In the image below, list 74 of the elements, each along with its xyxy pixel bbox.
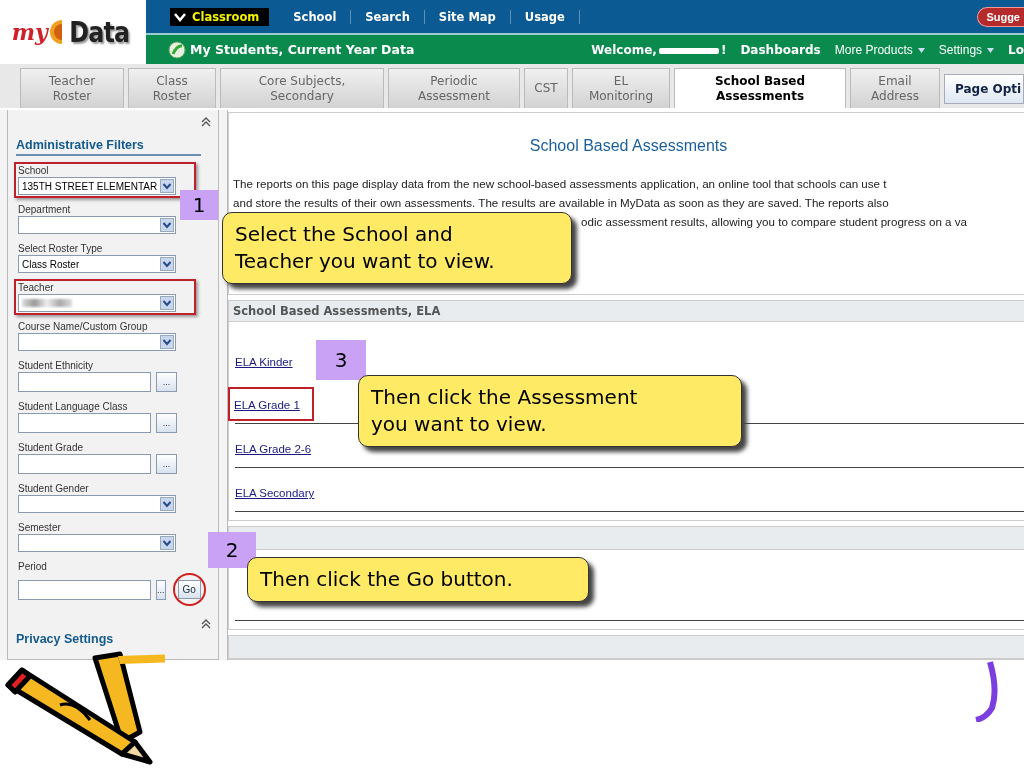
input-field[interactable] (18, 579, 151, 600)
intro-text: and store the results of their own assessments. The results are available in MyData as soon as they are saved. The reports also (233, 195, 890, 211)
tab[interactable]: Periodic Assessment (388, 68, 520, 108)
caret-icon (987, 47, 995, 53)
field-label: Student Ethnicity (18, 360, 95, 372)
tab[interactable]: Teacher Roster (20, 68, 124, 108)
nav-link[interactable]: Lo (1008, 42, 1024, 57)
browse-button[interactable]: ... (156, 579, 166, 600)
dropdown[interactable] (18, 216, 176, 234)
input-field[interactable] (18, 413, 151, 433)
dropdown[interactable] (18, 495, 176, 513)
intro-text: odic assessment results, allowing you to compare student progress on a va (580, 214, 968, 230)
field-label: Teacher (18, 282, 55, 294)
nav-link[interactable]: Classroom (170, 7, 270, 26)
page-subtitle: My Students, Current Year Data (190, 42, 415, 57)
collapse-icon (200, 618, 212, 630)
menu-link[interactable]: More Products (834, 42, 925, 57)
tab[interactable]: EL Monitoring (572, 68, 670, 108)
field-label: Period (18, 561, 48, 573)
dropdown[interactable] (18, 294, 176, 312)
browse-button[interactable]: ... (156, 454, 177, 474)
page-title: School Based Assessments (528, 137, 729, 155)
logo-text: Data (69, 15, 129, 49)
browse-button[interactable]: ... (156, 372, 177, 392)
nav-link[interactable]: Search (351, 9, 425, 24)
report-link[interactable]: ELA Kinder (235, 354, 293, 370)
callout-note: Select the School and Teacher you want to view. (222, 212, 572, 284)
logo-text: my (11, 19, 48, 45)
tab[interactable]: School Based Assessments (674, 68, 846, 108)
section-header: School Based Assessments, ELA (229, 301, 1024, 322)
report-link[interactable]: ELA Grade 2-6 (235, 441, 312, 457)
collapse-icon (200, 116, 212, 128)
sun-icon (49, 18, 62, 46)
panel-heading: Privacy Settings (16, 632, 115, 646)
input-field[interactable] (18, 454, 151, 474)
field-label: Student Language Class (18, 401, 129, 413)
dropdown[interactable]: Class Roster (18, 255, 176, 273)
caret-icon (917, 47, 925, 53)
dropdown[interactable] (18, 333, 176, 351)
nav-link[interactable]: Dashboards (740, 42, 821, 57)
field-label: School (18, 165, 50, 177)
suggest-button[interactable]: Sugge (977, 6, 1024, 27)
input-field[interactable] (18, 372, 151, 392)
intro-text: The reports on this page display data from the new school-based assessments application, an online tool that schools can use t (233, 176, 888, 192)
field-label: Department (18, 204, 72, 216)
step-number: 2 (208, 532, 256, 568)
step-number: 1 (180, 190, 218, 220)
go-button[interactable]: Go (177, 580, 201, 599)
chevron-icon (174, 11, 186, 22)
field-label: Semester (18, 522, 62, 534)
nav-link[interactable]: Usage (510, 9, 580, 24)
callout-note: Then click the Go button. (247, 557, 589, 602)
nav-link[interactable]: Site Map (424, 9, 511, 24)
field-label: Select Roster Type (18, 243, 104, 255)
field-label: Course Name/Custom Group (18, 321, 149, 333)
report-link[interactable]: ELA Secondary (235, 485, 315, 501)
sprout-icon (168, 40, 186, 59)
tab[interactable]: CST (524, 68, 568, 108)
nav-link[interactable]: School (279, 9, 352, 24)
menu-link[interactable]: Settings (938, 42, 995, 57)
step-number: 3 (316, 340, 366, 380)
tab[interactable]: Class Roster (128, 68, 216, 108)
welcome-text: Welcome, ! (591, 42, 727, 57)
tab[interactable]: Core Subjects, Secondary (220, 68, 384, 108)
tab[interactable]: Email Address (850, 68, 940, 108)
panel-heading: Administrative Filters (16, 138, 201, 156)
field-label: Student Grade (18, 442, 85, 454)
field-label: Student Gender (18, 483, 90, 495)
report-link[interactable]: ELA Grade 1 (234, 397, 300, 413)
callout-note: Then click the Assessment you want to view. (358, 375, 742, 447)
browse-button[interactable]: ... (156, 413, 177, 433)
dropdown[interactable]: 135TH STREET ELEMENTAR (18, 177, 176, 195)
page-options-button[interactable]: Page Opti (944, 74, 1024, 104)
dropdown[interactable] (18, 534, 176, 552)
